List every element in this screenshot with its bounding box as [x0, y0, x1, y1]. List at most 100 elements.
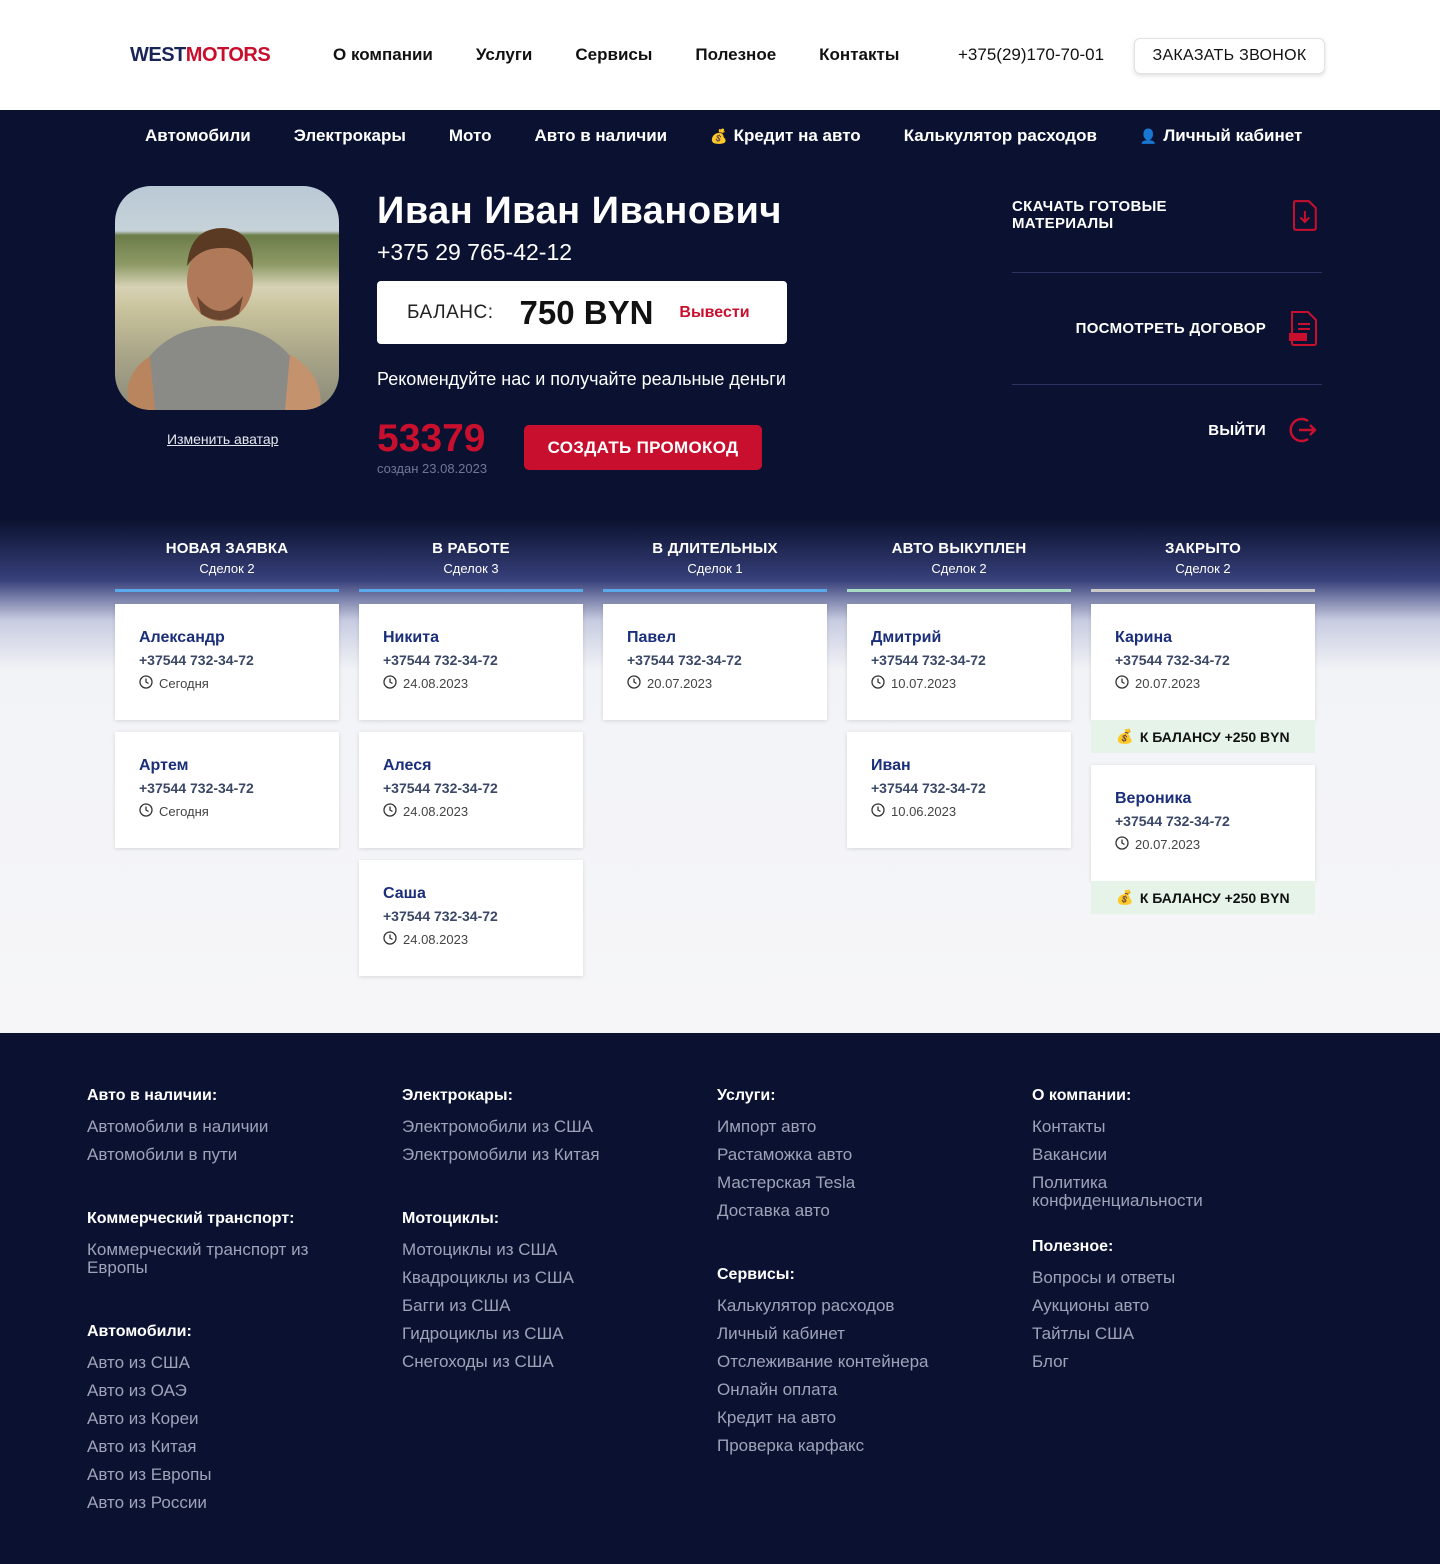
- column-count: Сделок 2: [931, 561, 987, 576]
- deal-date: 24.08.2023: [383, 803, 468, 820]
- deal-card[interactable]: Никита +37544 732-34-72 24.08.2023: [359, 604, 583, 720]
- footer-link[interactable]: Контакты: [1032, 1118, 1282, 1136]
- footer-heading: Коммерческий транспорт:: [87, 1210, 295, 1227]
- footer-link[interactable]: Автомобили в пути: [87, 1146, 337, 1164]
- column-title: НОВАЯ ЗАЯВКА: [165, 540, 289, 557]
- footer-link[interactable]: Аукционы авто: [1032, 1297, 1282, 1315]
- deal-date-text: 24.08.2023: [403, 676, 469, 691]
- nav-tools[interactable]: Сервисы: [575, 45, 652, 65]
- deal-card[interactable]: Саша +37544 732-34-72 24.08.2023: [359, 860, 583, 976]
- logo-motors: MOTORS: [185, 44, 271, 66]
- nav-about[interactable]: О компании: [333, 45, 433, 65]
- deal-card[interactable]: Александр +37544 732-34-72 Сегодня: [115, 604, 339, 720]
- subnav-credit[interactable]: 💰 Кредит на авто: [710, 126, 861, 146]
- header-phone[interactable]: +375(29)170-70-01: [958, 45, 1104, 65]
- footer-heading: Мотоциклы:: [402, 1210, 500, 1227]
- footer-link[interactable]: Блог: [1032, 1353, 1282, 1371]
- deal-client-phone: +37544 732-34-72: [139, 652, 254, 668]
- callback-button[interactable]: ЗАКАЗАТЬ ЗВОНОК: [1134, 38, 1325, 74]
- deal-date: 10.07.2023: [871, 675, 956, 692]
- deal-client-name: Вероника: [1115, 790, 1192, 807]
- footer-link[interactable]: Авто из России: [87, 1494, 337, 1512]
- column-count: Сделок 1: [687, 561, 743, 576]
- deal-date-text: 20.07.2023: [1135, 837, 1201, 852]
- subnav-ev[interactable]: Электрокары: [294, 126, 406, 146]
- download-materials-button[interactable]: СКАЧАТЬ ГОТОВЫЕ МАТЕРИАЛЫ: [1012, 185, 1322, 245]
- footer-link[interactable]: Мастерская Tesla: [717, 1174, 967, 1192]
- footer-link[interactable]: Электромобили из Китая: [402, 1146, 652, 1164]
- deal-client-name: Артем: [139, 757, 189, 774]
- footer-heading: Полезное:: [1032, 1238, 1114, 1255]
- withdraw-link[interactable]: Вывести: [679, 304, 749, 322]
- deal-card[interactable]: Вероника +37544 732-34-72 20.07.2023: [1091, 765, 1315, 881]
- footer-link[interactable]: Кредит на авто: [717, 1409, 967, 1427]
- footer-link[interactable]: Квадроциклы из США: [402, 1269, 652, 1287]
- footer-link[interactable]: Онлайн оплата: [717, 1381, 967, 1399]
- footer-link[interactable]: Авто из США: [87, 1354, 337, 1372]
- footer-link[interactable]: Проверка карфакс: [717, 1437, 967, 1455]
- footer-link[interactable]: Авто из Китая: [87, 1438, 337, 1456]
- column-count: Сделок 2: [199, 561, 255, 576]
- change-avatar-link[interactable]: Изменить аватар: [167, 431, 278, 447]
- footer-link[interactable]: Снегоходы из США: [402, 1353, 652, 1371]
- deal-date-text: 24.08.2023: [403, 932, 469, 947]
- logout-button[interactable]: ВЫЙТИ: [1012, 400, 1322, 460]
- footer-link[interactable]: Авто из ОАЭ: [87, 1382, 337, 1400]
- subnav-moto[interactable]: Мото: [449, 126, 492, 146]
- footer-link[interactable]: Автомобили в наличии: [87, 1118, 337, 1136]
- deal-date-text: 20.07.2023: [647, 676, 713, 691]
- deal-client-phone: +37544 732-34-72: [871, 780, 986, 796]
- column-color-bar: [115, 589, 339, 592]
- column-color-bar: [359, 589, 583, 592]
- deal-card[interactable]: Артем +37544 732-34-72 Сегодня: [115, 732, 339, 848]
- deal-client-phone: +37544 732-34-72: [139, 780, 254, 796]
- column-count: Сделок 2: [1175, 561, 1231, 576]
- deal-card[interactable]: Павел +37544 732-34-72 20.07.2023: [603, 604, 827, 720]
- deal-date: 20.07.2023: [627, 675, 712, 692]
- nav-useful[interactable]: Полезное: [695, 45, 776, 65]
- subnav-cars[interactable]: Автомобили: [145, 126, 251, 146]
- column-header: АВТО ВЫКУПЛЕН Сделок 2: [847, 540, 1071, 576]
- user-name: Иван Иван Иванович: [377, 190, 782, 232]
- deal-client-name: Павел: [627, 629, 677, 646]
- footer-link[interactable]: Коммерческий транспорт из Европы: [87, 1241, 337, 1277]
- footer-link[interactable]: Авто из Кореи: [87, 1410, 337, 1428]
- deal-date-text: 24.08.2023: [403, 804, 469, 819]
- footer-link[interactable]: Вопросы и ответы: [1032, 1269, 1282, 1287]
- deal-date: 24.08.2023: [383, 675, 468, 692]
- column-header: НОВАЯ ЗАЯВКА Сделок 2: [115, 540, 339, 576]
- deal-date-text: Сегодня: [159, 676, 209, 691]
- nav-contacts[interactable]: Контакты: [819, 45, 899, 65]
- deal-client-name: Алеся: [383, 757, 432, 774]
- footer-link[interactable]: Гидроциклы из США: [402, 1325, 652, 1343]
- footer-link[interactable]: Доставка авто: [717, 1202, 967, 1220]
- money-bag-icon: 💰: [1116, 889, 1134, 905]
- subnav-calculator[interactable]: Калькулятор расходов: [904, 126, 1097, 146]
- column-header: В ДЛИТЕЛЬНЫХ Сделок 1: [603, 540, 827, 576]
- footer-link[interactable]: Личный кабинет: [717, 1325, 967, 1343]
- nav-services[interactable]: Услуги: [476, 45, 533, 65]
- column-header: ЗАКРЫТО Сделок 2: [1091, 540, 1315, 576]
- footer-link[interactable]: Растаможка авто: [717, 1146, 967, 1164]
- deal-card[interactable]: Алеся +37544 732-34-72 24.08.2023: [359, 732, 583, 848]
- deal-client-phone: +37544 732-34-72: [871, 652, 986, 668]
- subnav-in-stock[interactable]: Авто в наличии: [534, 126, 667, 146]
- footer-link[interactable]: Электромобили из США: [402, 1118, 652, 1136]
- footer-link[interactable]: Импорт авто: [717, 1118, 967, 1136]
- create-promo-button[interactable]: СОЗДАТЬ ПРОМОКОД: [524, 425, 762, 470]
- deal-card[interactable]: Дмитрий +37544 732-34-72 10.07.2023: [847, 604, 1071, 720]
- subnav-account[interactable]: 👤 Личный кабинет: [1140, 126, 1302, 146]
- deal-card[interactable]: Карина +37544 732-34-72 20.07.2023: [1091, 604, 1315, 720]
- deal-client-name: Никита: [383, 629, 439, 646]
- view-contract-button[interactable]: ПОСМОТРЕТЬ ДОГОВОР: [1012, 298, 1322, 358]
- footer-link[interactable]: Вакансии: [1032, 1146, 1282, 1164]
- logo[interactable]: WESTMOTORS: [130, 44, 271, 67]
- footer-link[interactable]: Мотоциклы из США: [402, 1241, 652, 1259]
- footer-link[interactable]: Политика конфиденциальности: [1032, 1174, 1282, 1210]
- footer-link[interactable]: Калькулятор расходов: [717, 1297, 967, 1315]
- footer-link[interactable]: Авто из Европы: [87, 1466, 337, 1484]
- footer-link[interactable]: Отслеживание контейнера: [717, 1353, 967, 1371]
- deal-card[interactable]: Иван +37544 732-34-72 10.06.2023: [847, 732, 1071, 848]
- footer-link[interactable]: Тайтлы США: [1032, 1325, 1282, 1343]
- footer-link[interactable]: Багги из США: [402, 1297, 652, 1315]
